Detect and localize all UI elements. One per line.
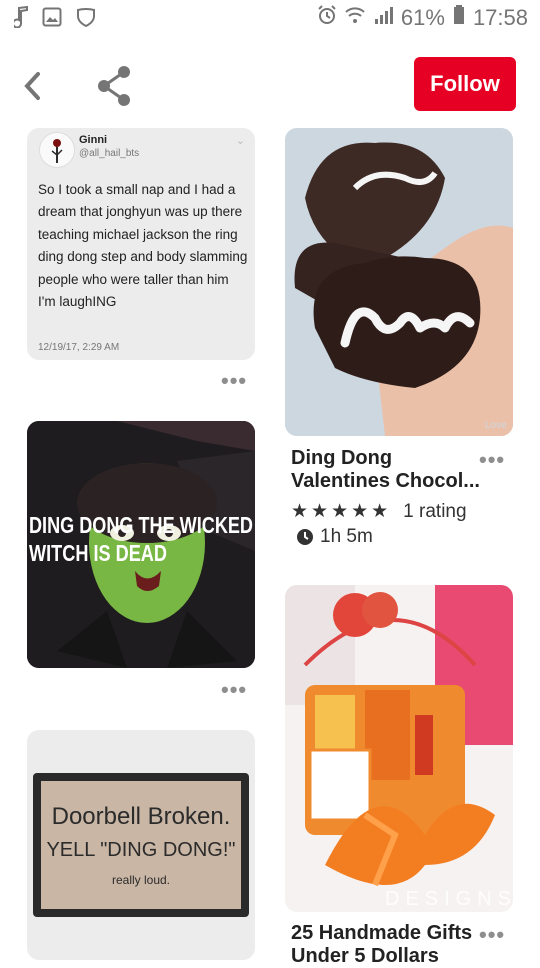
- doormat-text-line-2: YELL "DING DONG!": [46, 839, 236, 861]
- tweet-screenshot-pin[interactable]: Ginni @all_hail_bts ⌄ So I took a small …: [27, 128, 255, 360]
- witch-caption-line-1: DING DONG THE WICKED: [29, 512, 253, 538]
- avatar: [39, 132, 75, 168]
- tweet-text: So I took a small nap and I had a dream …: [38, 182, 248, 310]
- cook-time-text: 1h 5m: [320, 526, 373, 547]
- back-button[interactable]: [18, 66, 54, 106]
- pin-title-line-2[interactable]: Valentines Chocol...: [291, 470, 480, 493]
- image-icon: [42, 7, 62, 33]
- watermark-text: DESIGNS: [385, 888, 513, 910]
- more-options-icon[interactable]: •••: [479, 447, 505, 473]
- love-image-label: Love: [485, 420, 507, 431]
- share-button[interactable]: [94, 64, 138, 108]
- pin-title-line-1[interactable]: Ding Dong: [291, 447, 392, 470]
- clock-time: 17:58: [472, 5, 528, 30]
- more-options-icon[interactable]: •••: [221, 368, 247, 394]
- rating-count: 1 rating: [403, 500, 467, 522]
- pin-title-line-1[interactable]: 25 Handmade Gifts: [291, 922, 472, 945]
- music-note-icon: [12, 5, 28, 34]
- clock-icon: [297, 529, 313, 545]
- witch-caption-line-2: WITCH IS DEAD: [29, 540, 167, 566]
- follow-button[interactable]: Follow: [414, 57, 516, 111]
- wicked-witch-meme-pin[interactable]: DING DONG THE WICKED WITCH IS DEAD: [27, 421, 255, 668]
- handmade-gifts-pin-image[interactable]: DESIGNS: [285, 585, 513, 912]
- tweet-author-name: Ginni: [79, 134, 108, 146]
- more-options-icon[interactable]: •••: [221, 677, 247, 703]
- more-options-icon[interactable]: •••: [479, 922, 505, 948]
- battery-level: 61%: [400, 5, 445, 30]
- chevron-down-icon: ⌄: [235, 135, 245, 147]
- battery-icon: [453, 5, 465, 31]
- witch-image: DING DONG THE WICKED WITCH IS DEAD: [27, 421, 255, 668]
- alarm-icon: [317, 5, 337, 31]
- app-bar: Follow: [0, 50, 540, 120]
- shield-icon: [76, 7, 96, 33]
- star-rating-icon: ★★★★★: [291, 501, 392, 522]
- pin-title-line-2[interactable]: Under 5 Dollars: [291, 945, 439, 968]
- doormat-image: Doorbell Broken. YELL "DING DONG!" reall…: [33, 773, 249, 917]
- doormat-text-line-1: Doorbell Broken.: [51, 803, 231, 830]
- tweet-author-handle: @all_hail_bts: [79, 148, 140, 159]
- rating-row: ★★★★★ 1 rating: [291, 500, 467, 523]
- tweet-date: 12/19/17, 2:29 AM: [38, 342, 120, 353]
- chevron-left-icon: [24, 72, 40, 100]
- ding-dong-valentines-pin-image[interactable]: Love: [285, 128, 513, 436]
- share-icon: [98, 66, 130, 106]
- signal-icon: [373, 5, 393, 31]
- gift-basket-image: DESIGNS: [285, 585, 513, 912]
- wifi-icon: [345, 5, 365, 31]
- status-bar: 61% 17:58: [0, 0, 540, 38]
- cook-time: 1h 5m: [296, 526, 373, 548]
- doormat-pin[interactable]: Doorbell Broken. YELL "DING DONG!" reall…: [27, 730, 255, 960]
- doormat-text-line-3: really loud.: [111, 873, 171, 887]
- chocolate-heart-image: Love: [285, 128, 513, 436]
